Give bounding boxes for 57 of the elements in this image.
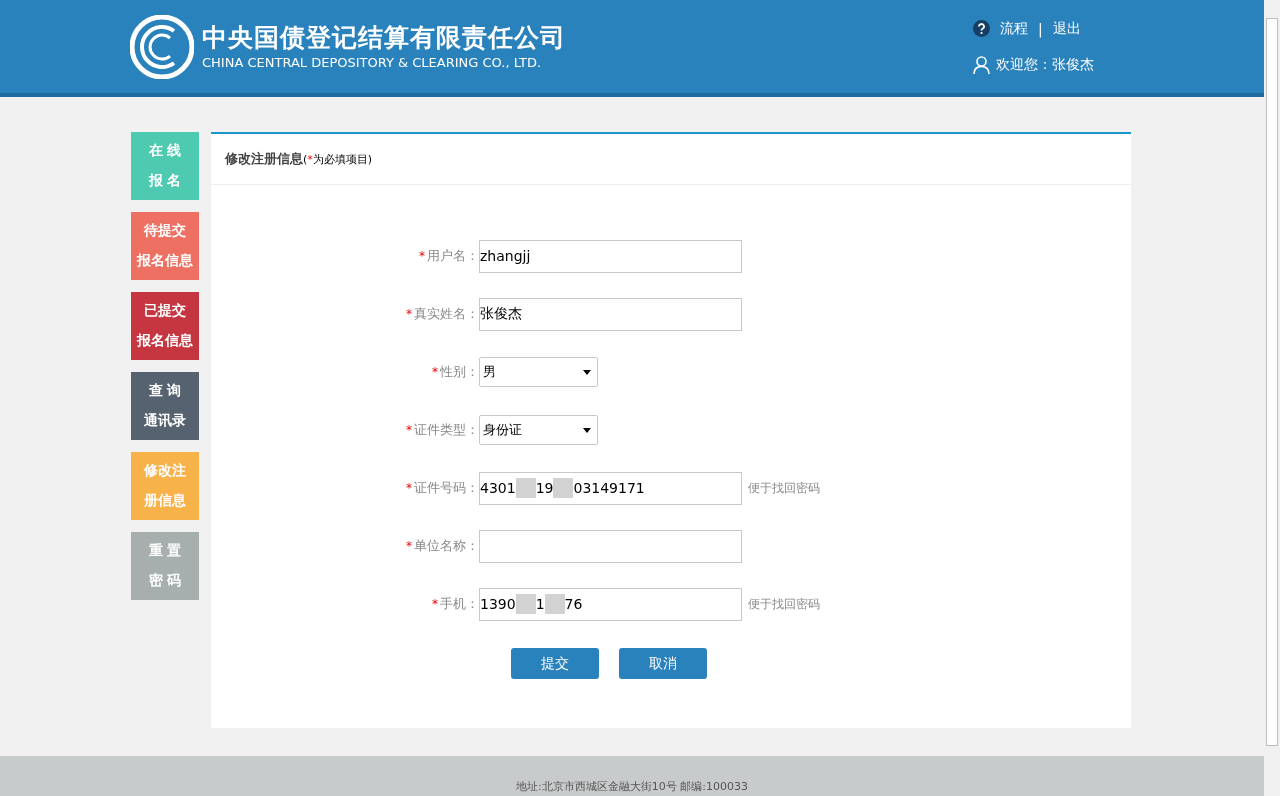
help-icon[interactable] [973,20,990,37]
scrollbar-thumb[interactable] [1266,18,1278,746]
note-paren: ( [303,152,308,166]
submit-button[interactable]: 提交 [511,648,599,679]
field-value: 4301 [480,480,516,496]
input-field[interactable]: zhangjj [479,239,742,273]
process-link[interactable]: 流程 [1000,19,1028,38]
company-english-name: CHINA CENTRAL DEPOSITORY & CLEARING CO., LTD. [202,53,543,72]
sidebar-item[interactable]: 查 询 通讯录 [131,372,199,440]
user-icon [973,55,990,74]
required-mark: * [307,152,313,166]
logo-icon [130,14,194,79]
redaction-block [515,478,536,498]
field-value: 张俊杰 [480,305,522,323]
dropdown-arrow-icon [583,427,591,433]
input-field[interactable]: 张俊杰 [479,297,742,331]
required-mark: * [406,539,412,553]
redaction-block [553,478,574,498]
field-hint: 便于找回密码 [748,595,820,613]
field-label: 性别： [440,364,479,379]
required-mark: * [406,423,412,437]
sidebar-item[interactable]: 待提交 报名信息 [131,212,199,280]
input-field[interactable]: 1390 1 76 [479,587,742,621]
field-label: 真实姓名： [414,306,479,321]
required-mark: * [432,597,438,611]
separator: | [1038,20,1043,37]
field-value: 1 [535,596,545,612]
redaction-block [544,594,565,614]
field-label: 单位名称： [414,538,479,553]
field-hint: 便于找回密码 [748,479,820,497]
field-label: 用户名： [427,248,479,263]
input-field[interactable] [479,529,742,563]
field-label: 证件号码： [414,480,479,495]
select-field[interactable]: 身份证 [479,415,598,445]
required-mark: * [406,481,412,495]
input-field[interactable]: 4301 19 03149171 [479,471,742,505]
cancel-button[interactable]: 取消 [619,648,707,679]
welcome-text: 欢迎您：张俊杰 [996,55,1094,74]
field-label: 证件类型： [414,422,479,437]
field-value: 76 [564,596,583,612]
select-field[interactable]: 男 [479,357,598,387]
redaction-block [515,594,536,614]
logout-link[interactable]: 退出 [1052,19,1081,38]
footer-address: 地址:北京市西城区金融大街10号 邮编:100033 [516,779,748,795]
field-value: zhangjj [480,248,531,264]
field-label: 手机： [440,596,479,611]
required-mark: * [419,249,425,263]
dropdown-arrow-icon [583,369,591,375]
required-mark: * [406,307,412,321]
sidebar-item[interactable]: 已提交 报名信息 [131,292,199,360]
company-name: 中央国债登记结算有限责任公司 [202,21,566,54]
field-value: 03149171 [573,480,645,496]
field-value: 1390 [480,596,516,612]
required-mark: * [432,365,438,379]
required-note: 为必填项目) [312,151,373,167]
panel-title: 修改注册信息 [225,150,303,168]
field-value: 19 [535,480,554,496]
